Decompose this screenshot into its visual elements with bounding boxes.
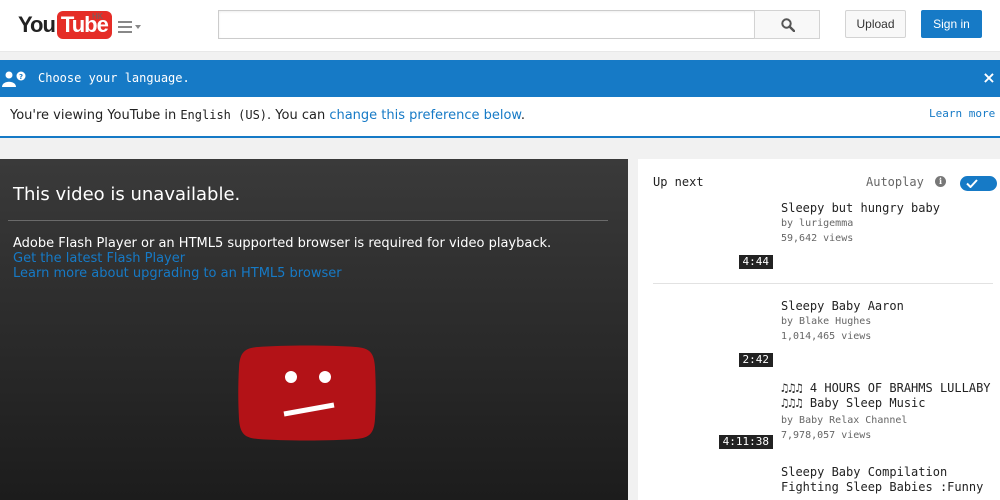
hamburger-icon-bar <box>118 26 132 28</box>
search-button[interactable] <box>754 10 820 39</box>
sign-in-button[interactable]: Sign in <box>921 10 982 38</box>
masthead: You Tube HK Upload Sign in <box>0 0 1000 52</box>
search-input[interactable] <box>218 10 755 39</box>
language-banner: ? Choose your language. × <box>0 60 1000 97</box>
info-icon[interactable]: i <box>935 176 946 187</box>
video-title[interactable]: Sleepy Baby Aaron <box>781 299 999 314</box>
list-item[interactable]: Sleepy Baby Compilation Fighting Sleep B… <box>653 465 998 500</box>
upload-button[interactable]: Upload <box>845 10 906 38</box>
video-views: 59,642 views <box>781 233 854 244</box>
video-thumbnail[interactable]: 2:42 <box>653 299 773 367</box>
close-icon[interactable]: × <box>982 68 996 88</box>
video-thumbnail[interactable]: 4:44 <box>653 201 773 269</box>
video-channel: by Blake Hughes <box>781 316 872 327</box>
language-notice: You're viewing YouTube in English (US). … <box>10 108 525 123</box>
language-people-icon: ? <box>2 71 26 87</box>
notice-middle: . You can <box>267 108 330 123</box>
video-title[interactable]: ♫♫♫ 4 HOURS OF BRAHMS LULLABY ♫♫♫ Baby S… <box>781 381 999 411</box>
list-item[interactable]: 4:44 Sleepy but hungry baby by lurigemma… <box>653 201 998 271</box>
video-duration: 2:42 <box>738 353 773 367</box>
video-views: 1,014,465 views <box>781 331 872 342</box>
video-channel: by lurigemma <box>781 218 854 229</box>
svg-text:?: ? <box>19 73 23 81</box>
get-flash-link[interactable]: Get the latest Flash Player <box>13 251 185 266</box>
banner-title: Choose your language. <box>38 71 190 85</box>
unavailable-title: This video is unavailable. <box>13 184 241 205</box>
logo-you-text: You <box>18 12 56 37</box>
divider <box>8 220 608 221</box>
search-icon <box>781 18 795 32</box>
hamburger-icon-bar <box>118 31 132 33</box>
watch-sidebar: Up next Autoplay i 4:44 Sleepy but hungr… <box>638 159 1000 500</box>
divider <box>653 283 993 284</box>
video-channel: by Baby Relax Channel <box>781 415 908 426</box>
learn-more-link[interactable]: Learn more <box>929 107 995 120</box>
video-duration: 4:44 <box>738 255 773 269</box>
sad-tv-icon <box>238 345 376 441</box>
video-title[interactable]: Sleepy Baby Compilation Fighting Sleep B… <box>781 465 999 495</box>
up-next-label: Up next <box>653 175 704 189</box>
video-player[interactable]: This video is unavailable. Adobe Flash P… <box>0 159 628 500</box>
logo-tube-text: Tube <box>56 11 112 39</box>
autoplay-toggle[interactable] <box>960 176 997 191</box>
video-thumbnail[interactable]: 4:11:38 <box>653 381 773 449</box>
list-item[interactable]: 4:11:38 ♫♫♫ 4 HOURS OF BRAHMS LULLABY ♫♫… <box>653 381 998 451</box>
current-language: English (US) <box>180 108 268 122</box>
change-preference-link[interactable]: change this preference below <box>329 108 521 123</box>
video-views: 7,978,057 views <box>781 430 872 441</box>
video-duration: 4:11:38 <box>718 435 773 449</box>
autoplay-label: Autoplay <box>866 175 924 189</box>
list-item[interactable]: 2:42 Sleepy Baby Aaron by Blake Hughes 1… <box>653 299 998 369</box>
guide-menu-button[interactable] <box>116 18 144 36</box>
hamburger-icon <box>118 21 132 23</box>
logo-region-code: HK <box>92 12 104 21</box>
video-title[interactable]: Sleepy but hungry baby <box>781 201 999 216</box>
notice-suffix: . <box>520 108 526 123</box>
checkmark-icon <box>966 179 978 188</box>
unavailable-message: Adobe Flash Player or an HTML5 supported… <box>13 236 552 251</box>
notice-prefix: You're viewing YouTube in <box>10 108 181 123</box>
html5-upgrade-link[interactable]: Learn more about upgrading to an HTML5 b… <box>13 266 342 281</box>
language-info-bar: You're viewing YouTube in English (US). … <box>0 97 1000 138</box>
chevron-down-icon <box>135 25 141 29</box>
